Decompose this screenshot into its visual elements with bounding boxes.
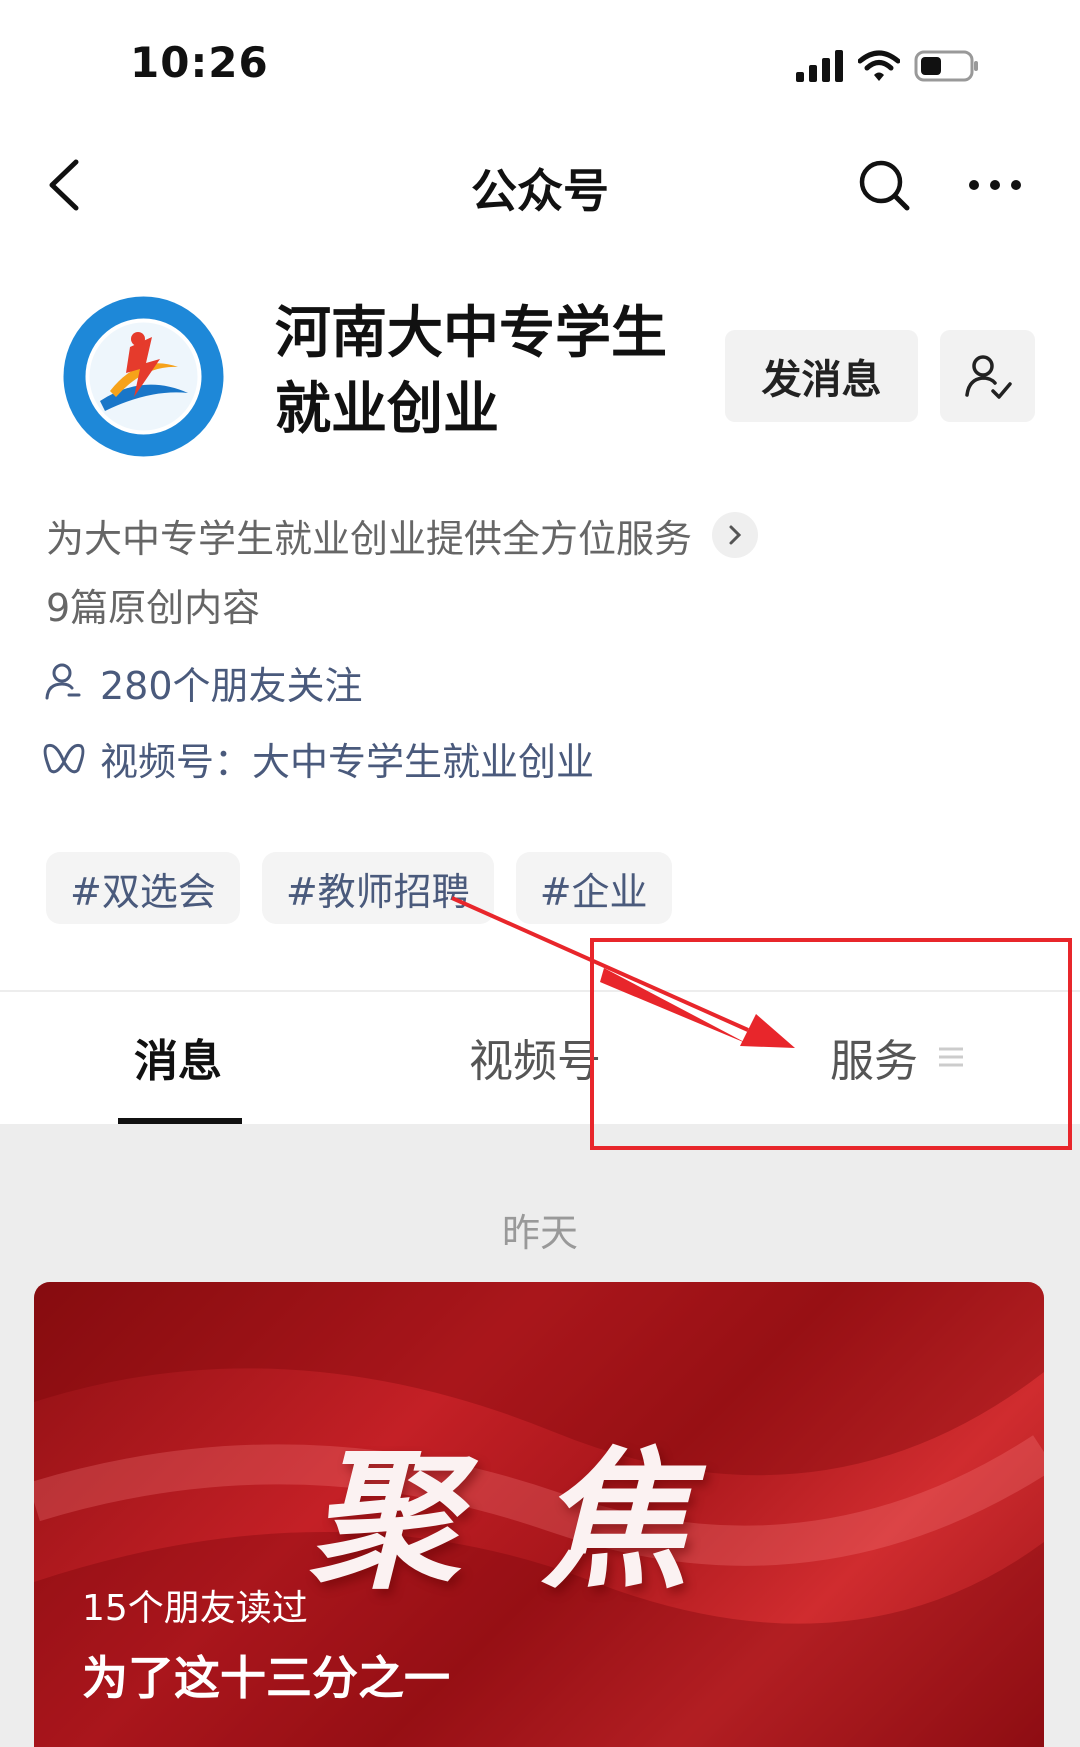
friends-following-row[interactable]: 280个朋友关注	[42, 652, 363, 712]
account-description: 为大中专学生就业创业提供全方位服务	[46, 516, 693, 561]
feed-date: 昨天	[501, 1211, 578, 1255]
annotation-highlight-box	[590, 938, 1072, 1150]
wifi-icon	[858, 50, 900, 81]
cellular-signal-icon	[796, 50, 843, 82]
battery-icon	[914, 50, 978, 82]
article-title: 为了这十三分之一	[82, 1651, 450, 1705]
channel-name: 大中专学生就业创业	[252, 739, 595, 784]
channel-row[interactable]: 视频号： 大中专学生就业创业	[42, 728, 594, 788]
tag-teacher-recruitment[interactable]: #教师招聘	[261, 852, 494, 924]
more-icon[interactable]	[960, 150, 1030, 220]
tag-enterprise[interactable]: #企业	[515, 852, 672, 924]
message-feed: 昨天 聚焦 15个朋友读过 为了这十三分之一	[0, 1124, 1080, 1747]
original-content-count: 9篇原创内容	[46, 586, 261, 630]
topic-tags: #双选会 #教师招聘 #企业	[46, 852, 672, 924]
account-name: 河南大中专学生就业创业	[275, 301, 667, 442]
follow-button[interactable]	[940, 330, 1035, 422]
status-bar: 10:26	[0, 0, 1080, 130]
user-check-icon	[964, 355, 1012, 399]
status-time: 10:26	[130, 38, 269, 87]
person-icon	[45, 663, 81, 700]
channel-label: 视频号：	[100, 739, 253, 784]
status-icons	[796, 46, 980, 86]
tag-job-fair[interactable]: #双选会	[46, 852, 240, 924]
channels-butterfly-icon	[43, 743, 85, 774]
page-title: 公众号	[471, 164, 609, 218]
search-icon[interactable]	[854, 150, 914, 220]
chevron-right-icon[interactable]	[712, 512, 759, 558]
tab-channels[interactable]: 视频号	[469, 1025, 601, 1089]
account-description-row[interactable]: 为大中专学生就业创业提供全方位服务	[46, 505, 759, 565]
account-avatar[interactable]	[60, 293, 227, 460]
article-card[interactable]: 聚焦 15个朋友读过 为了这十三分之一	[34, 1282, 1044, 1747]
nav-bar: 公众号	[0, 130, 1080, 240]
send-message-button[interactable]: 发消息	[725, 330, 918, 422]
friends-following-text: 280个朋友关注	[100, 663, 363, 708]
read-count: 15个朋友读过	[82, 1588, 308, 1629]
tab-messages[interactable]: 消息	[134, 1025, 222, 1089]
